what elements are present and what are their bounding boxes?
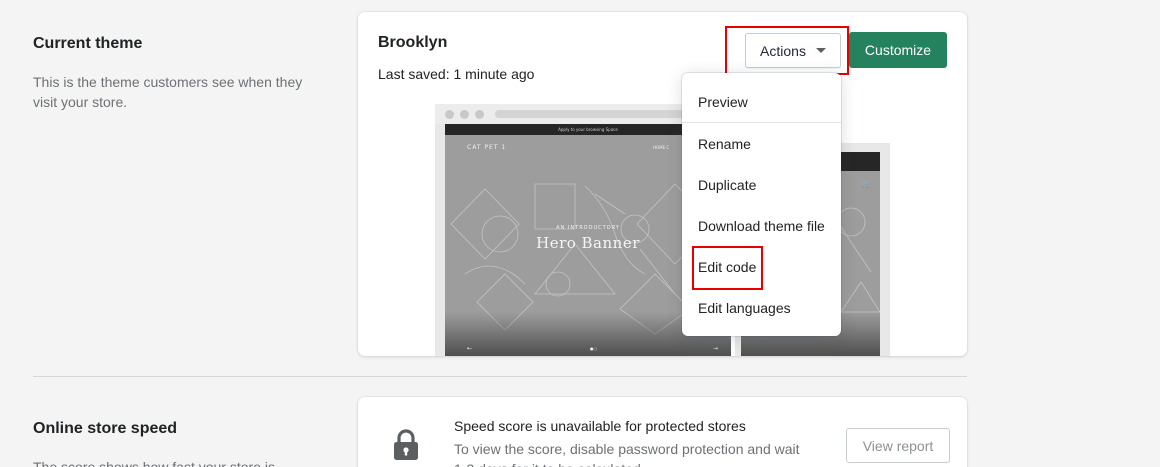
menu-divider [682, 122, 841, 123]
last-saved-text: Last saved: 1 minute ago [378, 66, 535, 82]
menu-item-edit-languages[interactable]: Edit languages [698, 300, 791, 316]
customize-label: Customize [864, 42, 932, 58]
actions-dropdown: Preview Rename Duplicate Download theme … [682, 73, 841, 336]
speed-card-title: Speed score is unavailable for protected… [454, 418, 746, 434]
browser-dot [475, 110, 484, 119]
menu-item-download-theme[interactable]: Download theme file [698, 218, 825, 234]
current-theme-description: This is the theme customers see when the… [33, 74, 303, 110]
current-theme-title: Current theme [33, 35, 143, 52]
actions-button[interactable]: Actions [745, 33, 841, 68]
section-divider [33, 376, 967, 377]
prev-arrow-icon: ← [467, 345, 473, 352]
slide-dots: ●○ [590, 346, 597, 351]
speed-card: Speed score is unavailable for protected… [358, 397, 967, 467]
browser-dot [445, 110, 454, 119]
actions-label: Actions [760, 42, 806, 59]
online-store-speed-title: Online store speed [33, 420, 178, 437]
caret-down-icon [815, 48, 826, 53]
menu-item-duplicate[interactable]: Duplicate [698, 177, 756, 193]
theme-name: Brooklyn [378, 34, 448, 51]
menu-item-edit-code[interactable]: Edit code [698, 259, 756, 275]
view-report-button[interactable]: View report [846, 428, 950, 463]
next-arrow-icon: → [713, 345, 719, 352]
customize-button[interactable]: Customize [849, 32, 947, 68]
online-store-speed-description: The score shows how fast your store is [33, 459, 275, 467]
browser-dot [460, 110, 469, 119]
lock-icon [394, 429, 418, 460]
view-report-label: View report [862, 437, 934, 454]
speed-card-text: To view the score, disable password prot… [454, 441, 800, 467]
menu-item-rename[interactable]: Rename [698, 136, 751, 152]
menu-item-preview[interactable]: Preview [698, 94, 748, 110]
